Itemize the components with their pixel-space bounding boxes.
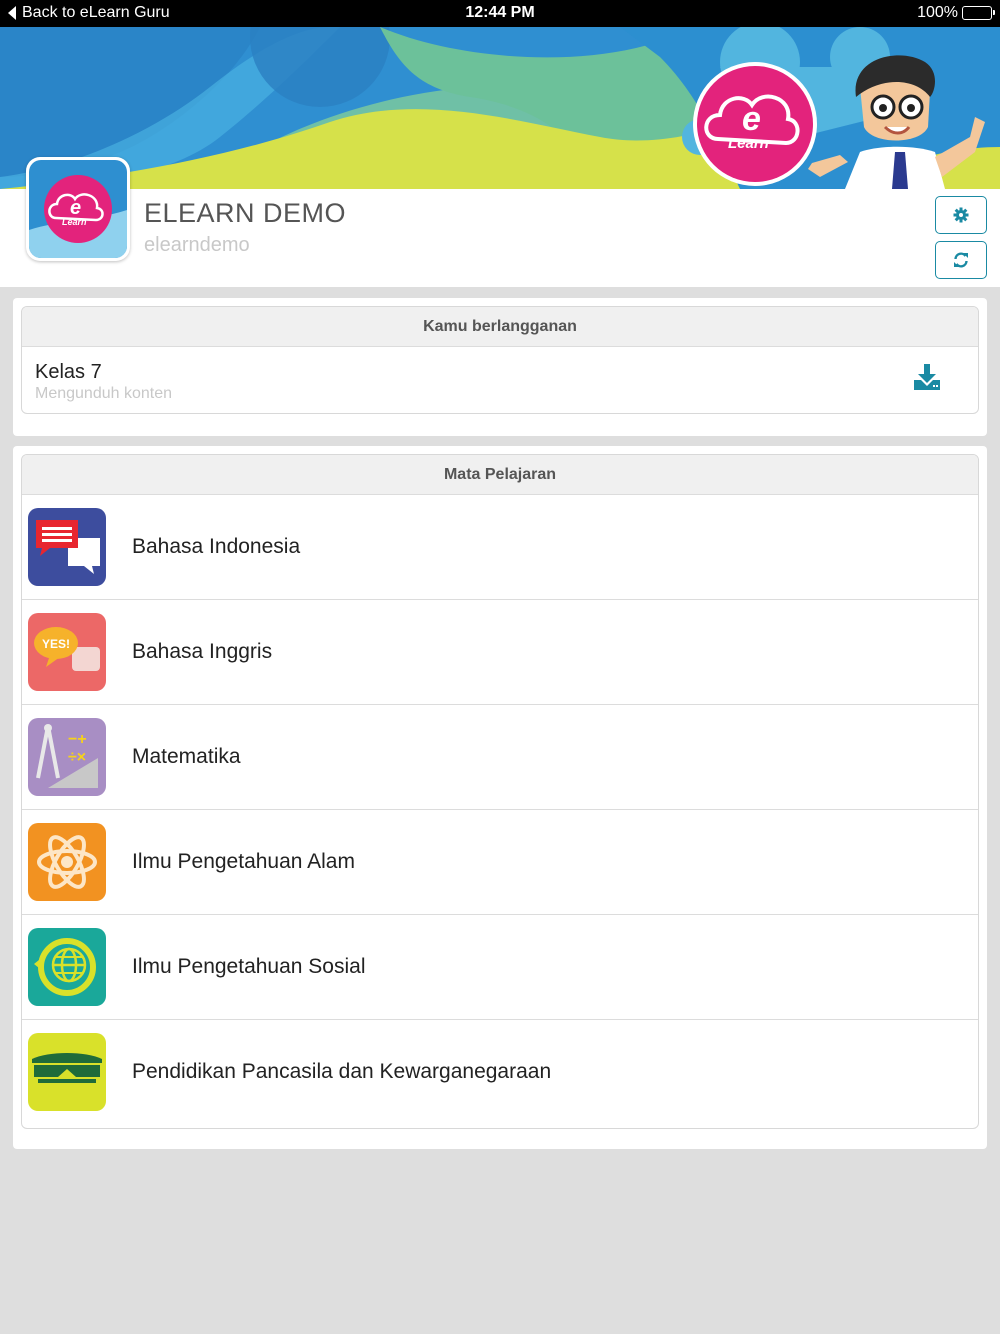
svg-text:e: e (70, 197, 81, 219)
subject-label: Ilmu Pengetahuan Alam (132, 850, 355, 873)
chat-bubbles-icon (28, 508, 106, 586)
subscription-panel: Kamu berlangganan Kelas 7 Mengunduh kont… (13, 298, 987, 436)
subjects-header: Mata Pelajaran (22, 455, 978, 495)
svg-text:Learn: Learn (62, 217, 87, 227)
clock: 12:44 PM (465, 4, 535, 21)
refresh-button[interactable] (935, 241, 987, 279)
yes-bubble-icon: YES! (28, 613, 106, 691)
list-item[interactable]: YES! Bahasa Inggris (22, 600, 978, 705)
subject-label: Matematika (132, 745, 241, 768)
svg-text:−+: −+ (68, 731, 87, 748)
battery-icon (962, 6, 995, 20)
svg-text:÷×: ÷× (68, 749, 86, 766)
list-item[interactable]: Ilmu Pengetahuan Sosial (22, 915, 978, 1020)
gear-icon (953, 207, 969, 223)
app-avatar: e Learn (26, 157, 130, 261)
subscription-status: Mengunduh konten (35, 385, 172, 402)
list-item[interactable]: Bahasa Indonesia (22, 495, 978, 600)
svg-text:Learn: Learn (728, 135, 769, 152)
status-bar: Back to eLearn Guru 12:44 PM 100% (0, 0, 1000, 27)
elearn-logo-icon: e Learn (29, 160, 127, 258)
app-title: ELEARN DEMO (144, 198, 347, 228)
subscription-header: Kamu berlangganan (22, 307, 978, 347)
banner-artwork: e Learn (0, 27, 1000, 189)
building-icon (28, 1033, 106, 1111)
app-username: elearndemo (144, 234, 250, 256)
settings-button[interactable] (935, 196, 987, 234)
refresh-icon (954, 252, 968, 268)
list-item[interactable]: Pendidikan Pancasila dan Kewarganegaraan (22, 1020, 978, 1125)
battery-indicator: 100% (917, 4, 995, 22)
header-banner: e Learn (0, 27, 1000, 189)
globe-icon (28, 928, 106, 1006)
svg-text:e: e (742, 100, 761, 138)
subscription-item[interactable]: Kelas 7 Mengunduh konten (22, 347, 978, 413)
download-icon[interactable] (912, 363, 942, 391)
subjects-panel: Mata Pelajaran Bahasa Indonesia YES! Bah… (13, 446, 987, 1149)
subscription-title: Kelas 7 (35, 361, 102, 383)
atom-icon (28, 823, 106, 901)
subjects-card: Mata Pelajaran Bahasa Indonesia YES! Bah… (21, 454, 979, 1129)
subject-label: Ilmu Pengetahuan Sosial (132, 955, 366, 978)
subject-label: Pendidikan Pancasila dan Kewarganegaraan (132, 1060, 552, 1083)
subject-label: Bahasa Inggris (132, 640, 273, 663)
compass-math-icon: −+ ÷× (28, 718, 106, 796)
subscription-card: Kamu berlangganan Kelas 7 Mengunduh kont… (21, 306, 979, 414)
svg-text:YES!: YES! (42, 637, 70, 651)
list-item[interactable]: Ilmu Pengetahuan Alam (22, 810, 978, 915)
subject-label: Bahasa Indonesia (132, 535, 301, 558)
battery-percent: 100% (917, 4, 958, 21)
list-item[interactable]: −+ ÷× Matematika (22, 705, 978, 810)
